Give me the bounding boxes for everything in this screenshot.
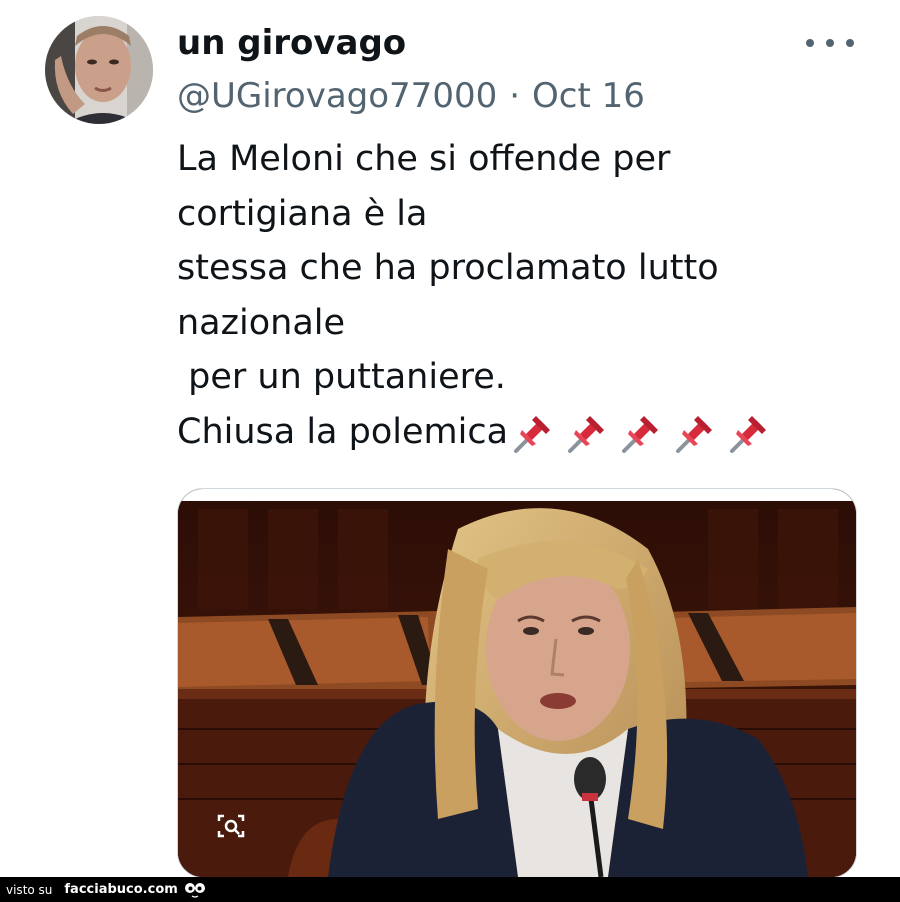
tweet-text: La Meloni che si offende per cortigiana … xyxy=(177,139,719,452)
tweet-body: La Meloni che si offende per cortigiana … xyxy=(177,132,867,460)
more-options-button[interactable] xyxy=(806,28,854,58)
user-handle[interactable]: @UGirovago77000 xyxy=(177,76,497,116)
avatar-photo xyxy=(45,16,153,124)
facciabuco-logo-icon xyxy=(184,881,206,899)
tweet-date[interactable]: Oct 16 xyxy=(532,76,645,116)
media-photo-content xyxy=(178,489,856,877)
watermark-prefix: visto su xyxy=(6,882,53,897)
more-options-dot xyxy=(846,39,854,47)
display-name[interactable]: un girovago xyxy=(177,21,406,65)
more-options-dot xyxy=(826,39,834,47)
watermark-site-link[interactable]: facciabuco.com xyxy=(64,882,177,897)
more-options-icon xyxy=(806,39,814,47)
tweet-media-photo[interactable] xyxy=(177,488,857,878)
pushpin-icon xyxy=(510,410,556,456)
avatar[interactable] xyxy=(45,16,153,124)
pushpin-icon xyxy=(618,410,664,456)
handle-line: @UGirovago77000 · Oct 16 xyxy=(177,73,645,119)
pushpin-icon xyxy=(726,410,772,456)
separator-dot: · xyxy=(509,76,521,116)
pushpin-icon xyxy=(564,410,610,456)
watermark-bar: visto su facciabuco.com xyxy=(0,877,900,902)
pushpin-icon-row xyxy=(510,410,772,456)
pushpin-icon xyxy=(672,410,718,456)
photo-viewer-icon[interactable] xyxy=(216,811,246,841)
